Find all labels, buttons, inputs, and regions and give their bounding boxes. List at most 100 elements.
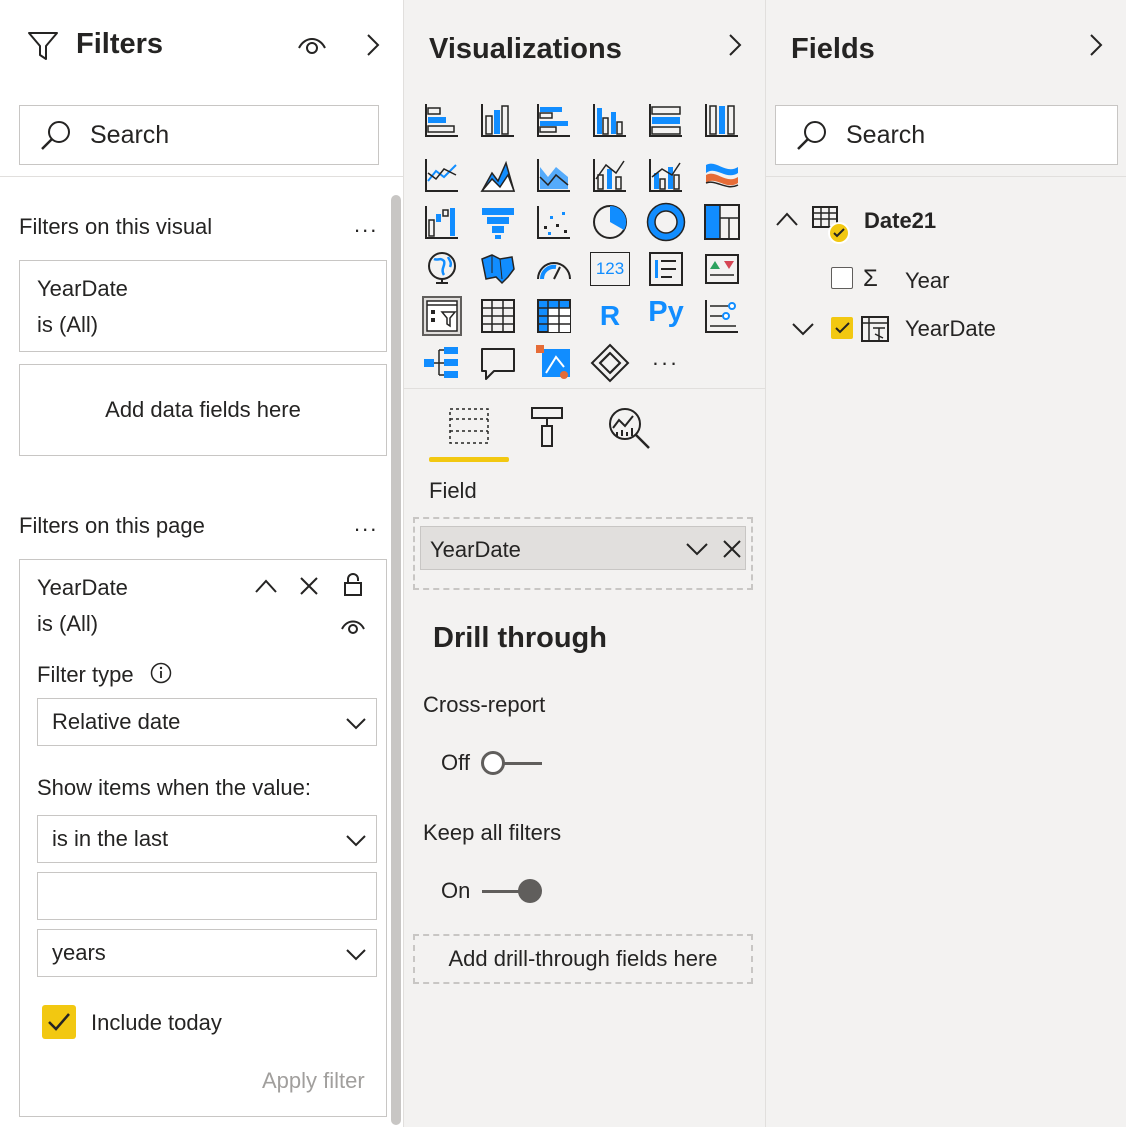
key-influencers-icon[interactable] — [702, 296, 742, 336]
search-icon — [797, 121, 826, 150]
pie-chart-icon[interactable] — [590, 202, 630, 242]
filters-search-box[interactable] — [19, 105, 379, 165]
viz-divider — [404, 388, 766, 389]
card-visual-label: 123 — [595, 259, 625, 278]
keep-filters-label: Keep all filters — [423, 820, 562, 845]
field-item-year[interactable]: Σ Year — [826, 263, 1116, 299]
filled-map-icon[interactable] — [478, 249, 518, 289]
page-filter-field: YearDate — [37, 575, 128, 600]
toggle-knob — [481, 751, 505, 775]
field-pill[interactable]: YearDate — [420, 526, 746, 570]
smart-narrative-icon[interactable] — [534, 343, 574, 383]
lock-icon[interactable] — [343, 573, 363, 597]
slicer-icon[interactable] — [422, 296, 462, 336]
add-data-fields-dropzone[interactable]: Add data fields here — [19, 364, 387, 456]
r-script-visual-icon[interactable]: R — [590, 296, 630, 336]
map-icon[interactable] — [422, 249, 462, 289]
cross-report-label: Cross-report — [423, 692, 546, 717]
line-chart-icon[interactable] — [422, 155, 462, 195]
chevron-down-icon[interactable] — [791, 321, 815, 337]
power-apps-icon[interactable] — [590, 343, 630, 383]
info-icon[interactable] — [150, 662, 172, 684]
100-stacked-column-chart-icon[interactable] — [702, 100, 742, 140]
card-visual-icon[interactable]: 123 — [590, 252, 630, 286]
format-paint-roller-icon[interactable] — [530, 406, 564, 448]
visual-filters-more-button[interactable]: ... — [354, 212, 378, 238]
filter-type-dropdown[interactable]: Relative date — [37, 698, 377, 746]
clustered-bar-chart-icon[interactable] — [534, 100, 574, 140]
chevron-up-icon[interactable] — [775, 211, 799, 227]
treemap-icon[interactable] — [702, 202, 742, 242]
toggle-knob — [518, 879, 542, 903]
close-icon[interactable] — [723, 540, 741, 558]
filter-funnel-icon — [28, 32, 58, 60]
keep-filters-toggle[interactable] — [480, 878, 544, 904]
eye-icon[interactable] — [297, 34, 327, 58]
cross-report-toggle[interactable] — [480, 750, 544, 776]
fields-search-box[interactable] — [775, 105, 1118, 165]
drill-through-dropzone-label: Add drill-through fields here — [448, 946, 718, 971]
funnel-chart-icon[interactable] — [478, 202, 518, 242]
visual-filter-condition: is (All) — [37, 312, 99, 337]
100-stacked-bar-chart-icon[interactable] — [646, 100, 686, 140]
collapse-visualizations-chevron-icon[interactable] — [724, 34, 746, 56]
field-checkbox-yeardate[interactable] — [831, 317, 853, 339]
table-icon[interactable] — [478, 296, 518, 336]
fields-pane: Fields Date21 Σ Year — [766, 0, 1126, 1127]
waterfall-chart-icon[interactable] — [422, 202, 462, 242]
eye-icon[interactable] — [340, 617, 366, 635]
unit-dropdown[interactable]: years — [37, 929, 377, 977]
chevron-down-icon — [346, 949, 366, 961]
more-visuals-button[interactable]: ... — [646, 338, 686, 378]
kpi-icon[interactable] — [702, 249, 742, 289]
operator-dropdown[interactable]: is in the last — [37, 815, 377, 863]
filters-divider — [0, 176, 404, 177]
include-today-checkbox[interactable] — [42, 1005, 76, 1039]
checked-badge-icon — [828, 222, 850, 244]
close-icon[interactable] — [300, 577, 318, 595]
donut-chart-icon[interactable] — [646, 202, 686, 242]
field-checkbox-year[interactable] — [831, 267, 853, 289]
visualizations-title: Visualizations — [429, 33, 622, 65]
gauge-icon[interactable] — [534, 249, 574, 289]
filter-type-value: Relative date — [52, 709, 181, 734]
matrix-icon[interactable] — [534, 296, 574, 336]
field-item-yeardate[interactable]: YearDate — [786, 311, 1116, 347]
checkmark-icon — [48, 1013, 70, 1031]
analytics-magnifier-icon[interactable] — [607, 406, 651, 450]
clustered-column-chart-icon[interactable] — [590, 100, 630, 140]
number-input[interactable] — [37, 872, 377, 920]
chevron-up-icon[interactable] — [254, 578, 278, 594]
python-visual-icon[interactable]: Py — [646, 292, 686, 332]
filters-title: Filters — [76, 28, 164, 60]
show-items-label: Show items when the value: — [37, 775, 311, 800]
scatter-chart-icon[interactable] — [534, 202, 574, 242]
cross-report-state: Off — [441, 750, 470, 775]
stacked-bar-chart-icon[interactable] — [422, 100, 462, 140]
include-today-label: Include today — [91, 1010, 222, 1035]
line-and-clustered-column-chart-icon[interactable] — [646, 155, 686, 195]
visualizations-pane: Visualizations 123 R Py ... Field YearDa… — [404, 0, 766, 1127]
collapse-fields-chevron-icon[interactable] — [1085, 34, 1107, 56]
filters-scrollbar[interactable] — [391, 195, 401, 1125]
line-and-stacked-column-chart-icon[interactable] — [590, 155, 630, 195]
area-chart-icon[interactable] — [478, 155, 518, 195]
apply-filter-button[interactable]: Apply filter — [262, 1068, 365, 1094]
fields-search-input[interactable] — [846, 120, 1046, 150]
fields-tab-icon[interactable] — [448, 407, 490, 445]
filters-search-input[interactable] — [90, 120, 290, 150]
decomposition-tree-icon[interactable] — [422, 343, 462, 383]
stacked-column-chart-icon[interactable] — [478, 100, 518, 140]
filters-on-visual-label: Filters on this visual — [19, 214, 213, 239]
page-filters-more-button[interactable]: ... — [354, 511, 378, 537]
ribbon-chart-icon[interactable] — [702, 155, 742, 195]
multi-row-card-icon[interactable] — [646, 249, 686, 289]
drill-through-dropzone[interactable]: Add drill-through fields here — [413, 934, 753, 984]
visual-filter-card[interactable]: YearDate is (All) — [19, 260, 387, 352]
stacked-area-chart-icon[interactable] — [534, 155, 574, 195]
filters-on-page-label: Filters on this page — [19, 513, 205, 538]
qna-icon[interactable] — [478, 343, 518, 383]
table-node-date21[interactable]: Date21 — [772, 200, 1112, 244]
chevron-down-icon[interactable] — [685, 541, 709, 557]
collapse-filters-chevron-icon[interactable] — [362, 34, 384, 56]
